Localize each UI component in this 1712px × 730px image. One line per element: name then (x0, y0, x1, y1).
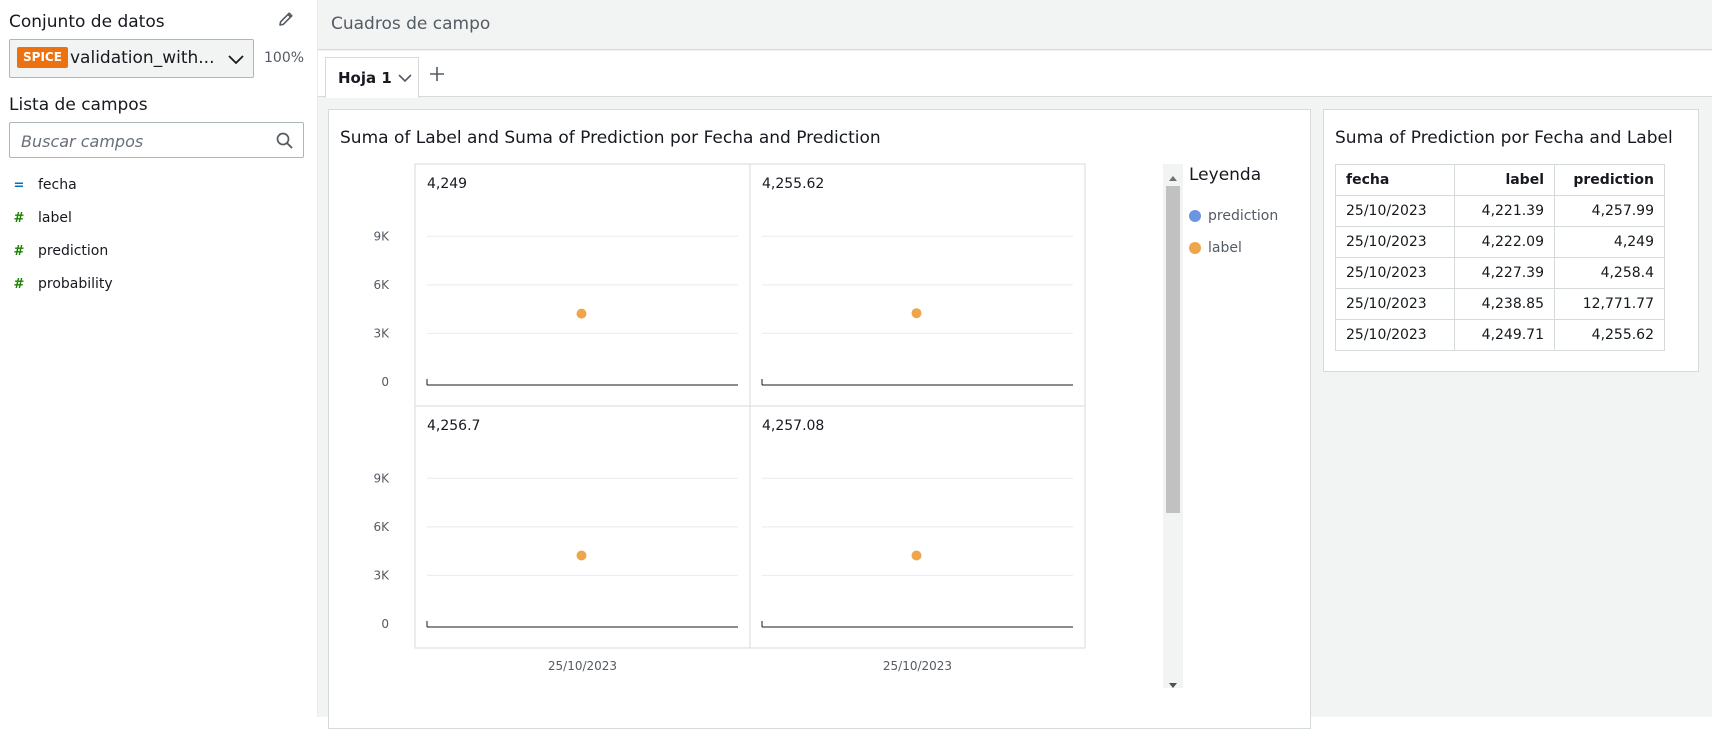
sheet-tab-bar: Hoja 1 (318, 51, 1712, 98)
panel-label: 4,255.62 (762, 176, 824, 192)
table-header-row: fecha label prediction (1335, 164, 1665, 196)
panel-label: 4,249 (427, 176, 467, 192)
dimension-icon: = (13, 177, 25, 193)
edit-dataset-icon[interactable] (276, 9, 296, 29)
chevron-down-icon (226, 50, 246, 70)
table-cell: 4,227.39 (1454, 257, 1555, 289)
legend-item-prediction[interactable]: prediction (1189, 208, 1278, 224)
measure-icon: # (13, 210, 25, 226)
tab-label: Hoja 1 (338, 69, 392, 87)
table-cell: 25/10/2023 (1335, 288, 1455, 320)
legend-title: Leyenda (1189, 165, 1262, 185)
field-item-label[interactable]: # label (10, 207, 72, 229)
panel-label: 4,257.08 (762, 418, 824, 434)
table-row[interactable]: 25/10/2023 4,249.71 4,255.62 (1335, 319, 1665, 351)
field-item-probability[interactable]: # probability (10, 273, 113, 295)
table-cell: 25/10/2023 (1335, 319, 1455, 351)
legend-label: label (1208, 240, 1242, 256)
column-header-label[interactable]: label (1454, 164, 1555, 196)
data-point (576, 308, 587, 319)
legend-label: prediction (1208, 208, 1279, 224)
spice-badge: SPICE (17, 47, 68, 68)
analysis-area: Cuadros de campo Hoja 1 Suma of Label an… (318, 0, 1712, 729)
data-table: fecha label prediction 25/10/2023 4,221.… (1335, 164, 1665, 351)
search-fields-box[interactable] (9, 122, 304, 158)
y-tick-label: 3K (373, 568, 390, 582)
x-tick-label: 25/10/2023 (883, 659, 952, 673)
y-tick-label: 0 (381, 617, 389, 631)
chevron-down-icon[interactable] (397, 70, 413, 86)
table-cell: 4,238.85 (1454, 288, 1555, 320)
data-point (911, 550, 922, 561)
field-item-prediction[interactable]: # prediction (10, 240, 109, 262)
y-tick-label: 0 (381, 375, 389, 389)
legend-swatch (1189, 242, 1201, 254)
field-label: prediction (38, 243, 109, 259)
table-cell: 4,255.62 (1554, 319, 1665, 351)
scroll-up-icon[interactable] (1167, 168, 1179, 181)
add-sheet-icon[interactable] (427, 64, 447, 84)
table-cell: 4,221.39 (1454, 195, 1555, 227)
table-cell: 4,257.99 (1554, 195, 1665, 227)
field-label: probability (38, 276, 113, 292)
field-wells-bar[interactable]: Cuadros de campo (318, 0, 1712, 50)
y-tick-label: 6K (373, 278, 390, 292)
table-visual[interactable]: Suma of Prediction por Fecha and Label f… (1323, 109, 1699, 372)
y-tick-label: 9K (373, 471, 390, 485)
table-cell: 4,249 (1554, 226, 1665, 258)
field-label: fecha (38, 177, 77, 193)
table-cell: 4,249.71 (1454, 319, 1555, 351)
table-row[interactable]: 25/10/2023 4,222.09 4,249 (1335, 226, 1665, 258)
measure-icon: # (13, 276, 25, 292)
column-header-prediction[interactable]: prediction (1554, 164, 1665, 196)
y-tick-label: 3K (373, 326, 390, 340)
table-row[interactable]: 25/10/2023 4,221.39 4,257.99 (1335, 195, 1665, 227)
search-fields-input[interactable] (21, 130, 261, 152)
table-row[interactable]: 25/10/2023 4,238.85 12,771.77 (1335, 288, 1665, 320)
chart-scrollbar-thumb[interactable] (1166, 186, 1180, 513)
data-point (911, 308, 922, 319)
dataset-selector[interactable]: SPICE validation_with... (9, 39, 254, 78)
y-tick-label: 9K (373, 229, 390, 243)
spice-usage: 100% (264, 50, 305, 66)
visual-title: Suma of Prediction por Fecha and Label (1335, 128, 1673, 148)
table-cell: 4,222.09 (1454, 226, 1555, 258)
legend-swatch (1189, 210, 1201, 222)
column-header-fecha[interactable]: fecha (1335, 164, 1455, 196)
fields-section-title: Lista de campos (9, 95, 148, 115)
x-tick-label: 25/10/2023 (548, 659, 617, 673)
left-sidebar: Conjunto de datos SPICE validation_with.… (0, 0, 318, 717)
tab-hoja-1[interactable]: Hoja 1 (325, 57, 419, 98)
data-point (576, 550, 587, 561)
field-label: label (38, 210, 72, 226)
table-cell: 25/10/2023 (1335, 257, 1455, 289)
legend-item-label[interactable]: label (1189, 240, 1242, 256)
scroll-down-icon[interactable] (1167, 676, 1179, 688)
table-row[interactable]: 25/10/2023 4,227.39 4,258.4 (1335, 257, 1665, 289)
table-cell: 25/10/2023 (1335, 195, 1455, 227)
panel-label: 4,256.7 (427, 418, 480, 434)
scatter-visual[interactable]: Suma of Label and Suma of Prediction por… (328, 109, 1311, 729)
field-wells-label: Cuadros de campo (331, 14, 491, 34)
dataset-name: validation_with... (70, 48, 215, 68)
y-tick-label: 6K (373, 520, 390, 534)
field-item-fecha[interactable]: = fecha (10, 174, 77, 196)
table-cell: 12,771.77 (1554, 288, 1665, 320)
table-cell: 25/10/2023 (1335, 226, 1455, 258)
table-cell: 4,258.4 (1554, 257, 1665, 289)
dataset-section-title: Conjunto de datos (9, 12, 165, 32)
search-icon[interactable] (275, 131, 295, 151)
measure-icon: # (13, 243, 25, 259)
